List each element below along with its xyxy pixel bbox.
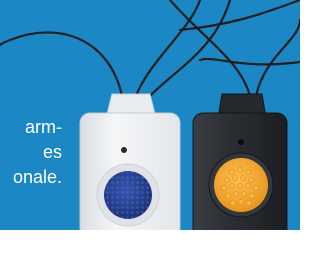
lanyard-cords (0, 0, 300, 98)
pendants-photo (0, 0, 300, 230)
product-banner: arm- es onale. (0, 0, 300, 230)
white-pendant (79, 93, 181, 230)
black-pendant (192, 93, 288, 230)
